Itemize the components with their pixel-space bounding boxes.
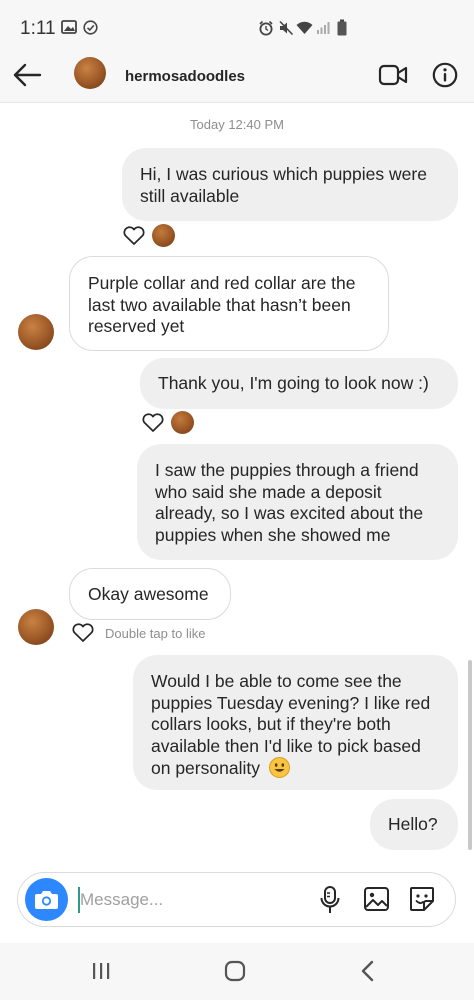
video-call-icon[interactable] xyxy=(378,64,408,86)
back-arrow-icon[interactable] xyxy=(12,63,42,87)
check-circle-notification-icon xyxy=(83,20,98,35)
info-icon[interactable] xyxy=(432,62,458,88)
nav-back-icon[interactable] xyxy=(360,960,376,982)
camera-icon xyxy=(35,891,58,909)
recent-apps-icon[interactable] xyxy=(90,961,112,981)
sender-avatar[interactable] xyxy=(18,314,54,350)
alarm-icon xyxy=(259,20,273,36)
battery-icon xyxy=(337,19,347,36)
status-time: 1:11 xyxy=(20,18,56,39)
reaction-avatar xyxy=(152,224,175,247)
mute-icon xyxy=(279,20,294,36)
heart-icon[interactable] xyxy=(141,412,165,433)
conversation-username[interactable]: hermosadoodles xyxy=(125,68,245,85)
signal-icon xyxy=(317,22,330,34)
outgoing-message[interactable]: Thank you, I'm going to look now :) xyxy=(140,358,458,409)
gallery-icon[interactable] xyxy=(363,886,390,912)
reaction-avatar xyxy=(171,411,194,434)
incoming-message[interactable]: Okay awesome xyxy=(69,568,231,620)
microphone-icon[interactable] xyxy=(318,885,342,915)
wifi-icon xyxy=(296,21,313,34)
incoming-message[interactable]: Purple collar and red collar are the las… xyxy=(69,256,389,351)
heart-icon[interactable] xyxy=(71,622,95,643)
sticker-icon[interactable] xyxy=(408,885,436,913)
gallery-notification-icon xyxy=(61,20,77,34)
camera-button[interactable] xyxy=(25,878,68,921)
heart-icon[interactable] xyxy=(122,225,146,246)
double-tap-hint: Double tap to like xyxy=(105,626,206,641)
home-icon[interactable] xyxy=(224,960,246,982)
smiley-emoji-icon xyxy=(268,757,290,778)
scrollbar[interactable] xyxy=(468,660,472,850)
outgoing-message[interactable]: I saw the puppies through a friend who s… xyxy=(137,444,458,560)
thread-timestamp: Today 12:40 PM xyxy=(190,117,284,132)
message-input[interactable] xyxy=(80,884,310,916)
message-text: Would I be able to come see the puppies … xyxy=(151,671,431,778)
outgoing-message[interactable]: Hi, I was curious which puppies were sti… xyxy=(122,148,458,221)
sender-avatar[interactable] xyxy=(18,609,54,645)
header-avatar[interactable] xyxy=(74,57,106,89)
outgoing-message[interactable]: Hello? xyxy=(370,799,458,850)
outgoing-message[interactable]: Would I be able to come see the puppies … xyxy=(133,655,458,790)
